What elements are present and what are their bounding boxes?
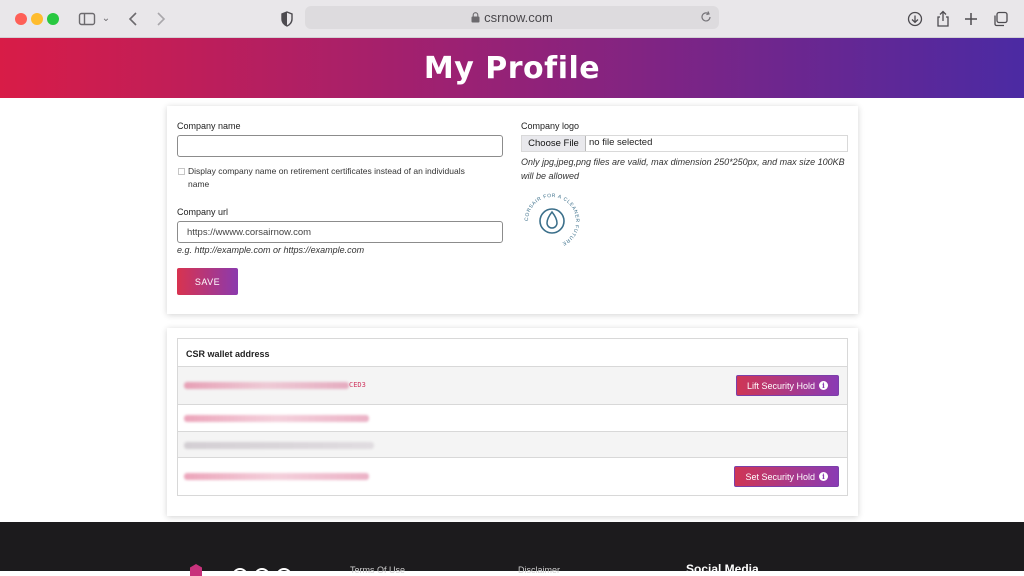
display-name-checkbox-label: Display company name on retirement certi… — [188, 166, 465, 189]
browser-toolbar: ⌄ csrnow.com — [0, 0, 1024, 38]
wallet-row — [178, 405, 847, 432]
wallet-table-header: CSR wallet address — [178, 339, 847, 367]
footer-logo — [190, 564, 292, 576]
info-icon: i — [819, 381, 828, 390]
save-button[interactable]: SAVE — [177, 268, 238, 295]
wallet-address — [184, 472, 369, 480]
logo-upload-hint: Only jpg,jpeg,png files are valid, max d… — [521, 157, 845, 181]
wallet-address — [184, 441, 374, 449]
page-title: My Profile — [423, 50, 601, 86]
social-media-heading: Social Media — [686, 562, 759, 576]
download-icon[interactable] — [906, 9, 924, 29]
page-header-banner: My Profile — [0, 38, 1024, 98]
close-window-button[interactable] — [15, 13, 27, 25]
site-footer: Terms Of Use Disclaimer Social Media — [0, 522, 1024, 576]
wallet-card: CSR wallet address CED3 Lift Security Ho… — [167, 328, 858, 516]
lock-icon — [471, 12, 480, 23]
logo-file-input[interactable]: Choose File no file selected — [521, 135, 848, 152]
choose-file-button[interactable]: Choose File — [522, 136, 586, 151]
wallet-row: CED3 Lift Security Hold i — [178, 367, 847, 405]
zoom-window-button[interactable] — [47, 13, 59, 25]
company-name-input[interactable] — [177, 135, 503, 157]
wallet-table: CSR wallet address CED3 Lift Security Ho… — [177, 338, 848, 496]
company-url-hint: e.g. http://example.com or https://examp… — [177, 245, 365, 255]
new-tab-icon[interactable] — [963, 9, 979, 29]
wallet-row: Set Security Hold i — [178, 458, 847, 495]
sidebar-icon[interactable] — [78, 9, 96, 29]
svg-text:CORSAIR FOR A CLEANER FUTURE: CORSAIR FOR A CLEANER FUTURE — [524, 193, 580, 247]
company-url-input[interactable] — [177, 221, 503, 243]
reload-icon[interactable] — [699, 9, 713, 25]
wallet-row — [178, 432, 847, 458]
tab-overview-icon[interactable] — [992, 9, 1010, 29]
shield-icon[interactable] — [280, 9, 294, 29]
back-icon[interactable] — [126, 9, 140, 29]
wallet-address — [184, 414, 369, 422]
footer-link-terms[interactable]: Terms Of Use — [350, 565, 405, 575]
info-icon: i — [819, 472, 828, 481]
company-name-label: Company name — [177, 121, 241, 131]
display-name-checkbox[interactable] — [178, 168, 185, 175]
set-security-hold-button[interactable]: Set Security Hold i — [734, 466, 839, 487]
wallet-address: CED3 — [184, 381, 366, 389]
address-bar[interactable]: csrnow.com — [305, 6, 719, 29]
company-logo-label: Company logo — [521, 121, 580, 131]
company-logo-image: CORSAIR FOR A CLEANER FUTURE — [524, 193, 580, 247]
footer-link-disclaimer[interactable]: Disclaimer — [518, 565, 560, 575]
company-url-label: Company url — [177, 207, 229, 217]
minimize-window-button[interactable] — [31, 13, 43, 25]
share-icon[interactable] — [935, 9, 951, 29]
forward-icon[interactable] — [154, 9, 168, 29]
file-status-text: no file selected — [589, 137, 653, 148]
chevron-down-icon[interactable]: ⌄ — [100, 9, 112, 29]
profile-form-card: Company name Display company name on ret… — [167, 106, 858, 314]
lift-security-hold-button[interactable]: Lift Security Hold i — [735, 375, 839, 396]
url-text: csrnow.com — [484, 10, 553, 25]
